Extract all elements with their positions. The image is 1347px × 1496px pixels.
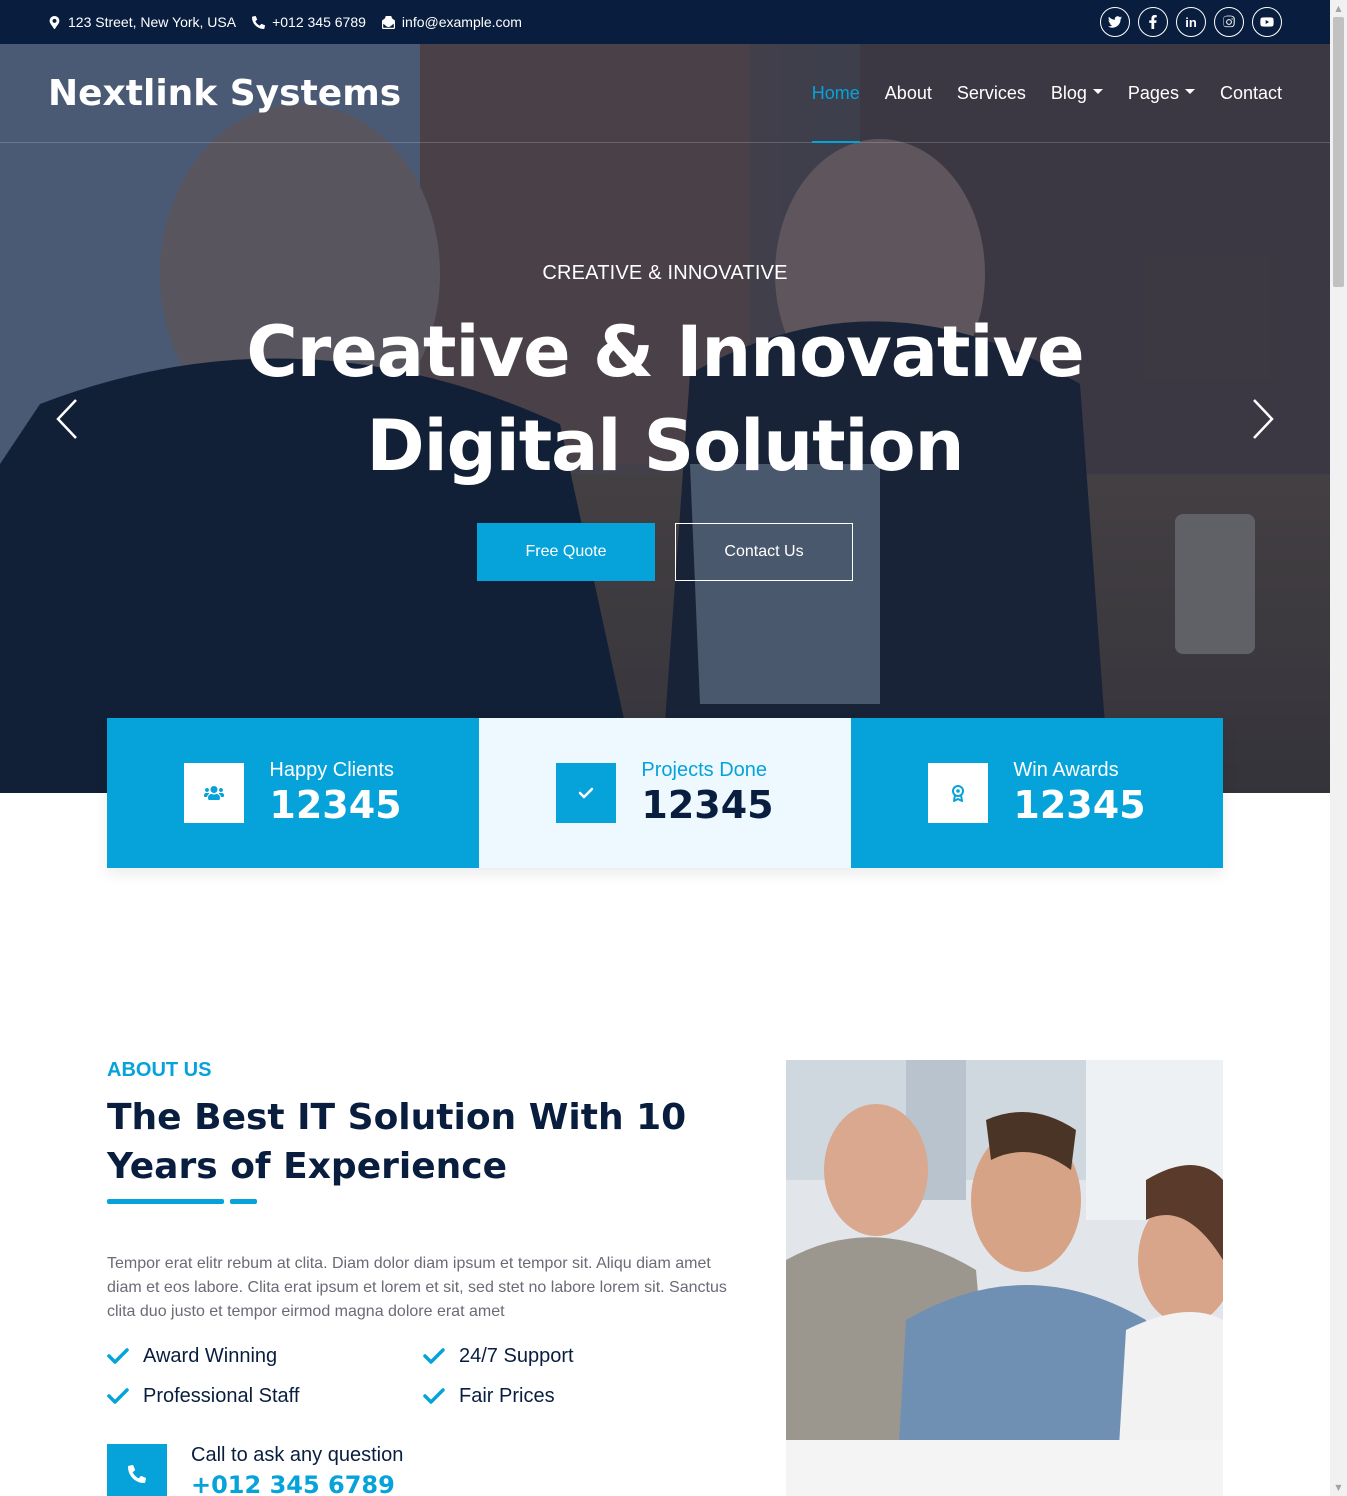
email-text: info@example.com — [401, 14, 522, 30]
call-number[interactable]: +012 345 6789 — [191, 1471, 403, 1496]
check-icon — [107, 1388, 129, 1404]
caret-down-icon — [1092, 88, 1103, 94]
nav-services-label: Services — [956, 82, 1026, 103]
check-icon — [423, 1388, 445, 1404]
stat-happy-clients: Happy Clients 12345 — [107, 718, 479, 868]
feature-label: 24/7 Support — [459, 1345, 574, 1367]
youtube-icon[interactable] — [1252, 7, 1282, 37]
nav-menu: Home About Services Blog Pages Contact — [799, 44, 1282, 143]
stat-value: 12345 — [641, 782, 774, 827]
free-quote-button[interactable]: Free Quote — [477, 523, 655, 581]
stat-value: 12345 — [269, 782, 402, 827]
hero-title-line1: Creative & Innovative — [246, 311, 1084, 393]
feature-label: Professional Staff — [143, 1385, 300, 1407]
stat-win-awards: Win Awards 12345 — [851, 718, 1223, 868]
nav-home[interactable]: Home — [799, 44, 872, 143]
about-section-label: About Us — [107, 1059, 212, 1081]
call-box: Call to ask any question +012 345 6789 — [107, 1444, 403, 1496]
email-item[interactable]: info@example.com — [381, 14, 522, 30]
nav-services[interactable]: Services — [944, 44, 1038, 143]
hero-subtitle: Creative & Innovative — [542, 262, 788, 284]
feature-item: Fair Prices — [423, 1384, 739, 1408]
scroll-up-icon[interactable]: ▲ — [1330, 0, 1347, 17]
stat-label: Projects Done — [641, 758, 768, 781]
users-icon — [184, 763, 245, 823]
feature-list: Award Winning 24/7 Support Professional … — [107, 1344, 737, 1408]
award-icon — [928, 763, 989, 823]
stat-text: Win Awards 12345 — [1013, 759, 1145, 828]
facebook-icon[interactable] — [1138, 7, 1168, 37]
feature-label: Fair Prices — [459, 1385, 555, 1407]
feature-item: 24/7 Support — [423, 1344, 739, 1368]
scroll-down-icon[interactable]: ▼ — [1330, 1479, 1347, 1496]
contact-us-button[interactable]: Contact Us — [675, 523, 853, 581]
map-pin-icon — [49, 15, 60, 29]
nav-pages-label: Pages — [1127, 82, 1179, 103]
contact-info: 123 Street, New York, USA +012 345 6789 … — [48, 14, 522, 30]
hero-carousel: Nextlink Systems Home About Services Blo… — [0, 44, 1330, 793]
nav-blog-dropdown[interactable]: Blog — [1038, 44, 1115, 143]
phone-icon[interactable] — [107, 1444, 167, 1496]
scroll-thumb[interactable] — [1333, 17, 1344, 287]
about-image — [786, 1060, 1223, 1496]
social-links: in — [1100, 7, 1282, 37]
envelope-open-icon — [381, 15, 395, 29]
address-text: 123 Street, New York, USA — [68, 14, 237, 30]
navbar: Nextlink Systems Home About Services Blo… — [0, 44, 1330, 143]
phone-item[interactable]: +012 345 6789 — [252, 14, 366, 30]
stat-label: Win Awards — [1013, 758, 1119, 781]
phone-text: +012 345 6789 — [272, 14, 366, 30]
instagram-icon[interactable] — [1214, 7, 1244, 37]
hero-caption: Creative & Innovative Creative & Innovat… — [0, 262, 1330, 581]
hero-title-line2: Digital Solution — [366, 405, 965, 487]
nav-about[interactable]: About — [872, 44, 944, 143]
linkedin-icon[interactable]: in — [1176, 7, 1206, 37]
feature-label: Award Winning — [143, 1345, 278, 1367]
topbar: 123 Street, New York, USA +012 345 6789 … — [0, 0, 1330, 44]
stat-label: Happy Clients — [269, 758, 394, 781]
title-divider-accent — [230, 1199, 257, 1204]
hero-title: Creative & Innovative Digital Solution — [0, 305, 1330, 493]
feature-item: Award Winning — [107, 1344, 423, 1368]
stat-projects-done: Projects Done 12345 — [479, 718, 851, 868]
check-icon — [423, 1348, 445, 1364]
check-icon — [556, 763, 617, 823]
feature-item: Professional Staff — [107, 1384, 423, 1408]
address-item: 123 Street, New York, USA — [48, 14, 236, 30]
nav-about-label: About — [884, 82, 932, 103]
stat-text: Happy Clients 12345 — [269, 759, 401, 828]
stat-value: 12345 — [1013, 782, 1146, 827]
nav-blog-label: Blog — [1050, 82, 1087, 103]
caret-down-icon — [1184, 88, 1195, 94]
call-label: Call to ask any question — [191, 1444, 404, 1466]
stats-bar: Happy Clients 12345 Projects Done 12345 … — [107, 718, 1223, 868]
hero-buttons: Free Quote Contact Us — [0, 523, 1330, 581]
nav-home-label: Home — [811, 82, 860, 103]
about-title: The Best IT Solution With 10 Years of Ex… — [107, 1097, 687, 1187]
nav-pages-dropdown[interactable]: Pages — [1115, 44, 1207, 143]
stat-text: Projects Done 12345 — [641, 759, 773, 828]
twitter-icon[interactable] — [1100, 7, 1130, 37]
about-description: Tempor erat elitr rebum at clita. Diam d… — [107, 1255, 727, 1320]
call-text: Call to ask any question +012 345 6789 — [191, 1444, 403, 1496]
page-scrollbar[interactable]: ▲ ▼ — [1330, 0, 1347, 1496]
nav-contact[interactable]: Contact — [1207, 44, 1282, 143]
title-divider — [107, 1199, 224, 1204]
brand-logo[interactable]: Nextlink Systems — [48, 73, 401, 114]
nav-contact-label: Contact — [1219, 82, 1282, 103]
phone-icon — [252, 15, 266, 29]
check-icon — [107, 1348, 129, 1364]
